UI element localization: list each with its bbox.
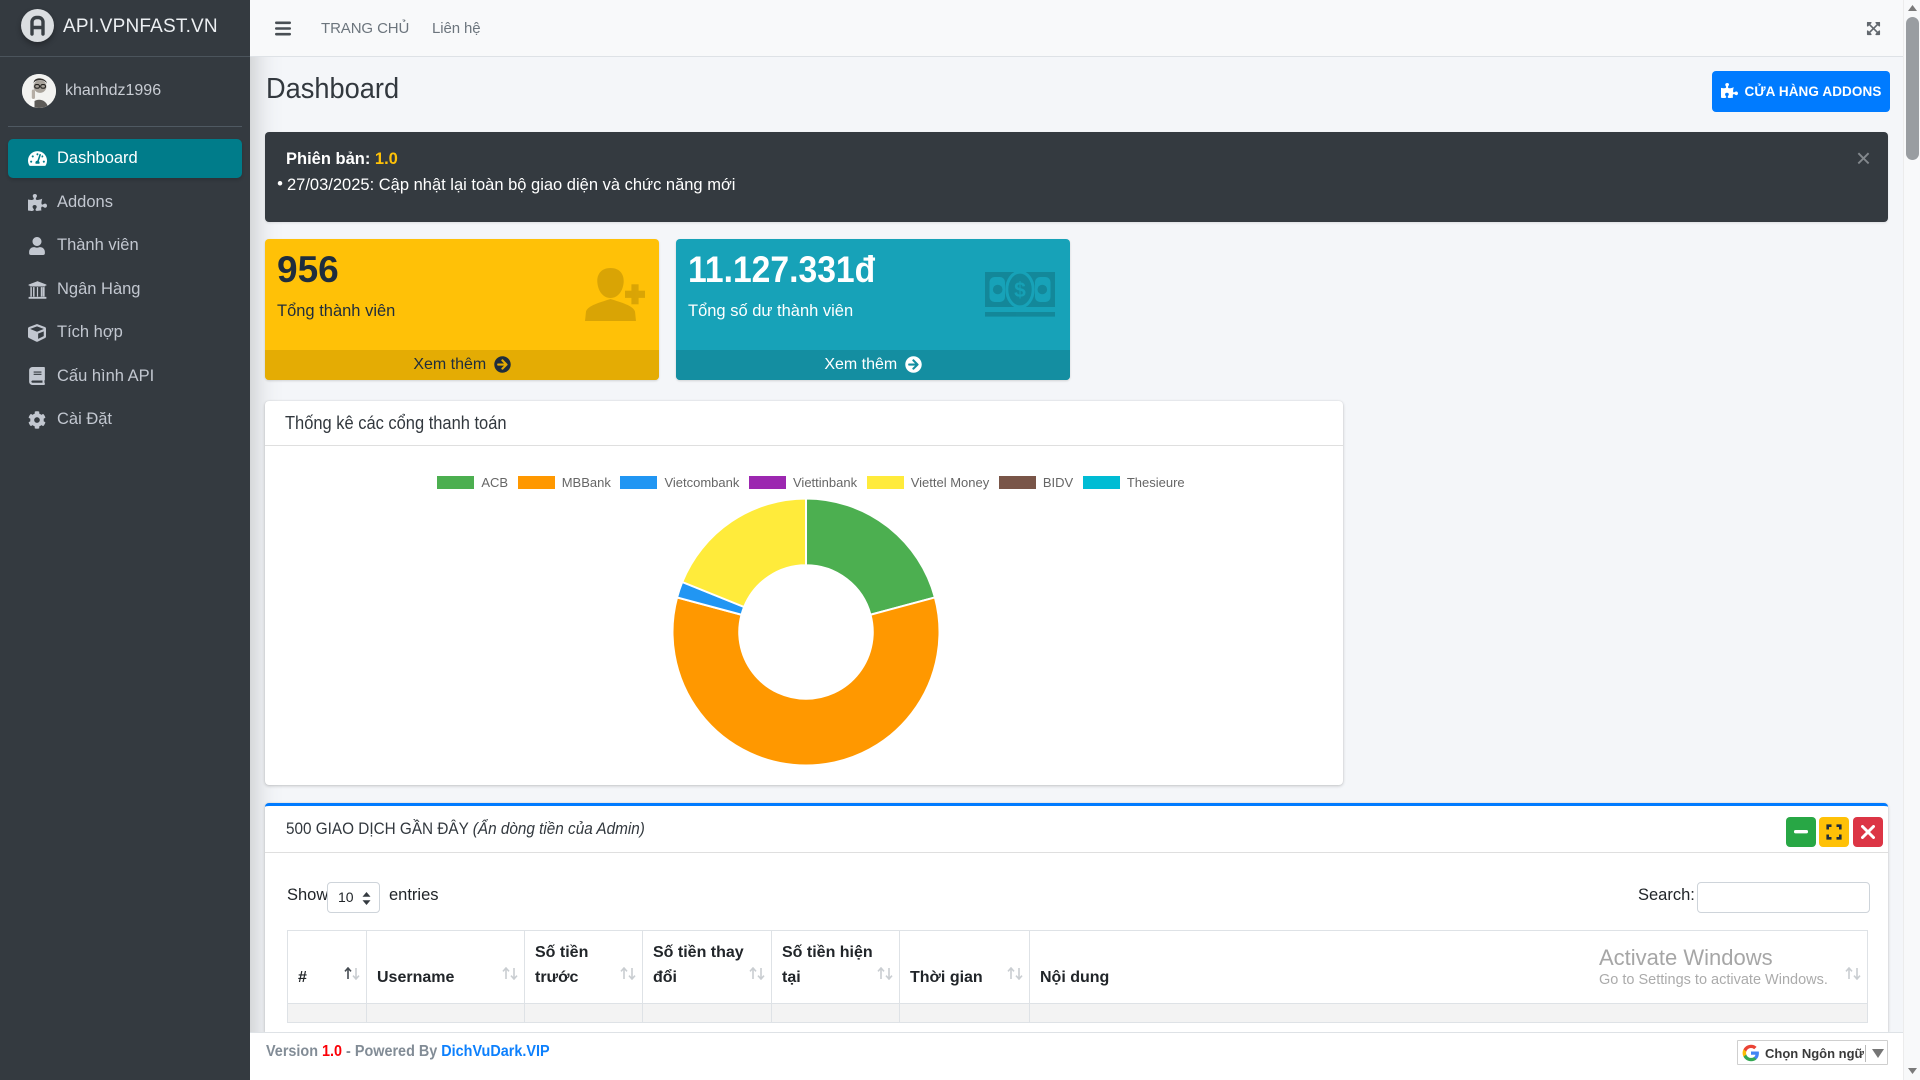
- svg-text:$: $: [1014, 279, 1026, 302]
